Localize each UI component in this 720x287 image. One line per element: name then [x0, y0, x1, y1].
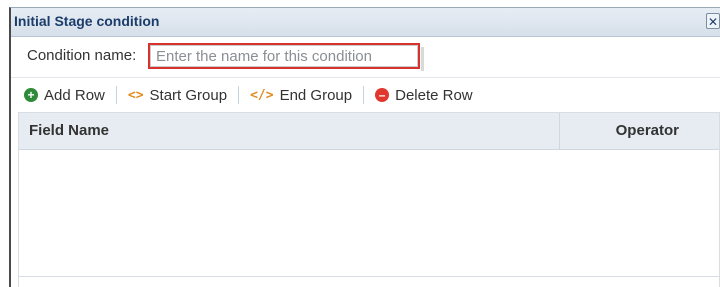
conditions-table: Field Name Operator [18, 112, 720, 287]
condition-name-highlight [148, 43, 420, 69]
angle-brackets-icon: <> [127, 87, 144, 103]
start-group-button[interactable]: <> Start Group [123, 82, 232, 108]
table-body [19, 150, 719, 277]
column-header-field-name[interactable]: Field Name [19, 113, 559, 149]
condition-name-row: Condition name: [11, 37, 720, 78]
start-group-label: Start Group [149, 86, 228, 104]
close-icon[interactable]: ✕ [706, 13, 720, 29]
condition-dialog: Initial Stage condition ✕ Condition name… [9, 7, 720, 287]
condition-toolbar: + Add Row <> Start Group </> End Group –… [11, 78, 720, 112]
delete-row-label: Delete Row [395, 86, 473, 104]
toolbar-separator [363, 86, 365, 104]
toolbar-separator [115, 86, 117, 104]
condition-name-input[interactable] [150, 45, 418, 67]
table-header: Field Name Operator [19, 113, 719, 150]
plus-circle-icon: + [24, 88, 38, 102]
end-group-label: End Group [279, 86, 353, 104]
minus-circle-icon: – [375, 88, 390, 102]
condition-name-label: Condition name: [27, 47, 137, 64]
add-row-label: Add Row [44, 86, 105, 104]
add-row-button[interactable]: + Add Row [19, 82, 110, 108]
column-header-operator[interactable]: Operator [559, 113, 719, 149]
dialog-titlebar: Initial Stage condition ✕ [11, 8, 720, 37]
end-group-button[interactable]: </> End Group [245, 82, 357, 108]
delete-row-button[interactable]: – Delete Row [370, 82, 478, 108]
code-close-icon: </> [250, 87, 274, 103]
screen: Initial Stage condition ✕ Condition name… [0, 0, 720, 287]
input-shadow [421, 47, 424, 71]
toolbar-separator [238, 86, 240, 104]
dialog-title: Initial Stage condition [14, 13, 160, 29]
